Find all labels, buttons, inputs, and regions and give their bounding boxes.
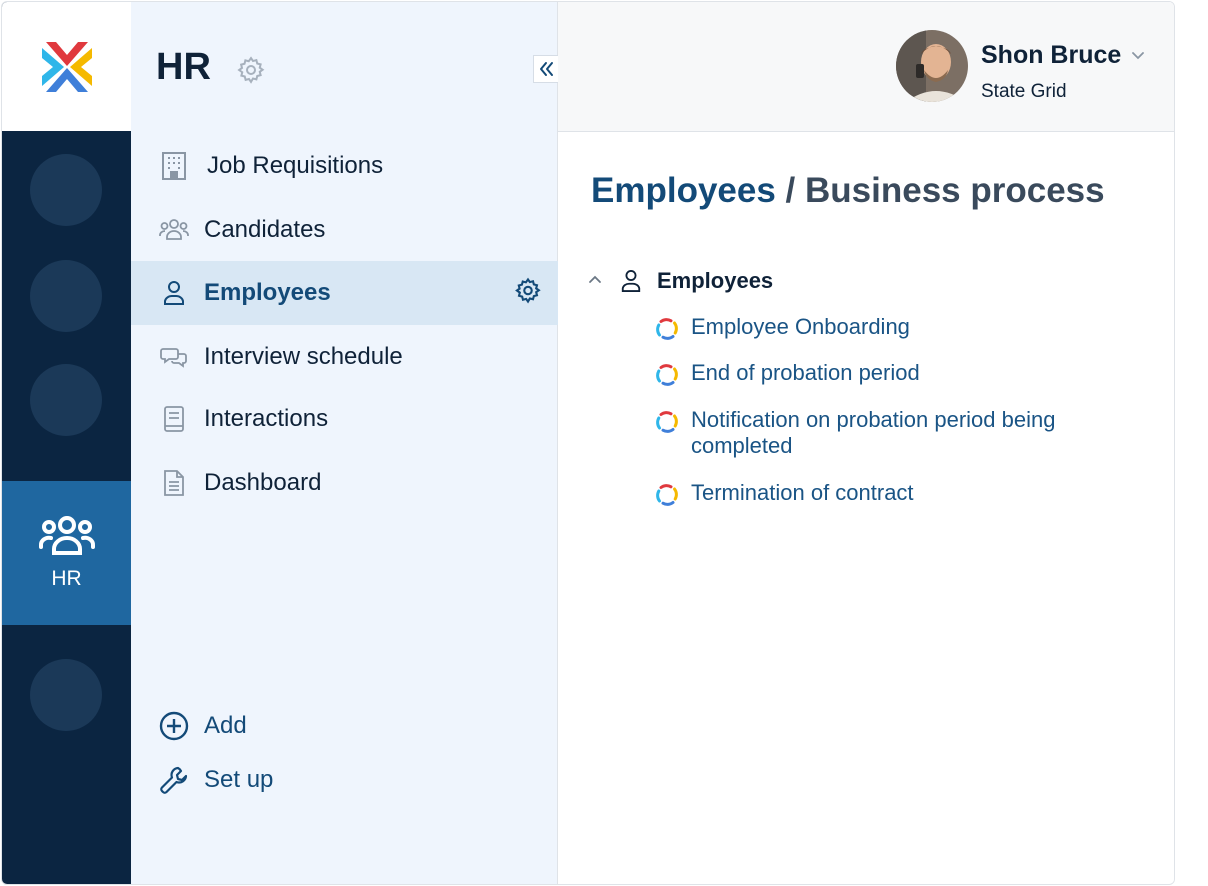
sidebar-item-job-requisitions[interactable]: Job Requisitions — [131, 134, 558, 198]
breadcrumb-current: Business process — [805, 171, 1105, 210]
process-group-label: Employees — [657, 268, 774, 293]
rail-app-3[interactable] — [30, 364, 102, 436]
section-sidebar: HR Job Requisitions Candidates Employees… — [131, 2, 558, 884]
process-link[interactable]: End of probation period — [691, 360, 1101, 386]
process-link[interactable]: Termination of contract — [691, 480, 1101, 506]
section-title: HR — [156, 46, 211, 88]
people-icon — [159, 215, 189, 245]
building-icon — [159, 151, 189, 181]
rail-app-hr-label: HR — [51, 567, 82, 590]
chevron-down-icon — [1132, 52, 1144, 60]
employees-settings-button[interactable] — [514, 277, 542, 310]
rail-app-4[interactable] — [30, 659, 102, 731]
sidebar-item-employees[interactable]: Employees — [131, 261, 558, 325]
sidebar-item-label: Interview schedule — [204, 343, 403, 370]
app-logo[interactable] — [2, 2, 131, 131]
person-icon — [159, 278, 189, 308]
user-menu-toggle[interactable] — [1130, 47, 1146, 68]
sidebar-item-label: Job Requisitions — [207, 152, 384, 179]
gear-icon — [237, 56, 265, 84]
rail-app-1[interactable] — [30, 154, 102, 226]
sidebar-item-label: Interactions — [204, 405, 329, 432]
section-settings-button[interactable] — [236, 55, 266, 90]
user-name[interactable]: Shon Bruce — [981, 41, 1121, 70]
document-icon — [159, 468, 189, 498]
sidebar-item-candidates[interactable]: Candidates — [131, 198, 558, 262]
app-window: HR HR Job Requisitions Candidates Employ… — [1, 1, 1175, 885]
sidebar-item-label: Dashboard — [204, 469, 322, 496]
chevron-up-icon[interactable] — [588, 273, 602, 292]
wrench-icon — [158, 764, 190, 796]
setup-button[interactable]: Set up — [131, 755, 558, 805]
avatar[interactable] — [896, 30, 968, 102]
add-button[interactable]: Add — [131, 701, 558, 751]
person-icon — [620, 269, 642, 298]
sidebar-item-label: Employees — [204, 279, 331, 306]
setup-label: Set up — [204, 766, 274, 793]
breadcrumb: Employees / Business process — [591, 171, 1105, 211]
process-icon — [655, 483, 679, 507]
process-icon — [655, 410, 679, 434]
add-label: Add — [204, 712, 247, 739]
logo-icon — [41, 41, 92, 92]
breadcrumb-separator: / — [785, 171, 796, 210]
rail-app-hr[interactable]: HR — [2, 481, 131, 625]
people-icon — [38, 516, 95, 555]
double-chevron-left-icon — [540, 62, 553, 76]
main-content: Shon Bruce State Grid Employees / Busine… — [558, 2, 1174, 884]
sidebar-item-interview-schedule[interactable]: Interview schedule — [131, 325, 558, 389]
process-link[interactable]: Employee Onboarding — [691, 314, 1101, 340]
top-bar: Shon Bruce State Grid — [558, 2, 1174, 132]
sidebar-item-interactions[interactable]: Interactions — [131, 387, 558, 451]
process-icon — [655, 363, 679, 387]
breadcrumb-parent-link[interactable]: Employees — [591, 171, 776, 210]
user-photo-icon — [896, 30, 968, 102]
gear-icon — [515, 277, 541, 304]
plus-circle-icon — [158, 710, 190, 742]
book-icon — [159, 404, 189, 434]
process-link[interactable]: Notification on probation period being c… — [691, 407, 1081, 459]
user-organization: State Grid — [981, 81, 1067, 102]
process-icon — [655, 317, 679, 341]
collapse-sidebar-button[interactable] — [533, 55, 558, 83]
sidebar-item-label: Candidates — [204, 216, 326, 243]
sidebar-item-dashboard[interactable]: Dashboard — [131, 451, 558, 515]
chat-bubbles-icon — [159, 342, 189, 372]
app-rail: HR — [2, 2, 131, 884]
rail-app-2[interactable] — [30, 260, 102, 332]
